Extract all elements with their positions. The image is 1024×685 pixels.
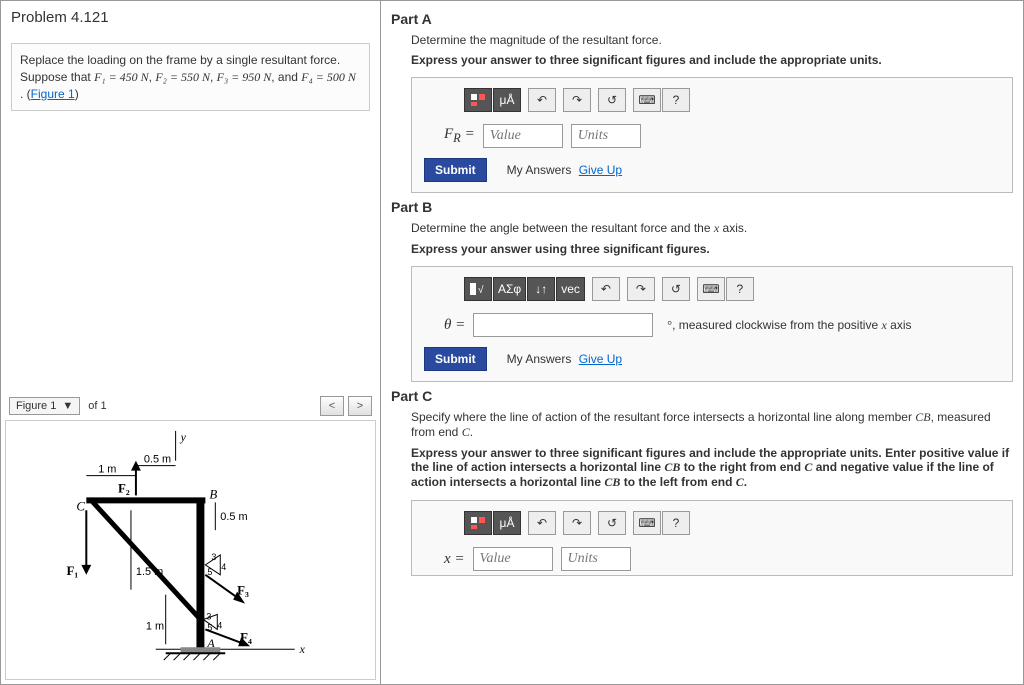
give-up-link[interactable]: Give Up xyxy=(579,163,622,177)
part-b-instr: Express your answer using three signific… xyxy=(411,242,1013,256)
part-a-value-input[interactable] xyxy=(483,124,563,148)
part-c-answer-box: μÅ ↶ ↷ ↺ ⌨ ? x = xyxy=(411,500,1013,576)
template-icon[interactable] xyxy=(464,511,492,535)
per: . ( xyxy=(20,87,31,101)
figure-next-button[interactable]: > xyxy=(348,396,372,416)
dim-1m: 1 m xyxy=(98,464,116,476)
tri-a4: 4 xyxy=(221,562,226,572)
pt-b: B xyxy=(209,487,217,501)
redo-icon[interactable]: ↷ xyxy=(627,277,655,301)
redo-icon[interactable]: ↷ xyxy=(563,88,591,112)
sqrt-icon[interactable]: √ xyxy=(464,277,492,301)
tri-b5: 5 xyxy=(207,622,212,632)
part-b-sub: Determine the angle between the resultan… xyxy=(411,221,1013,236)
reset-icon[interactable]: ↺ xyxy=(598,511,626,535)
my-answers-label: My Answers xyxy=(507,352,572,366)
figure-select[interactable]: Figure 1 ▼ xyxy=(9,397,80,415)
undo-icon[interactable]: ↶ xyxy=(528,511,556,535)
part-a-heading: Part A xyxy=(391,11,1013,27)
part-c-heading: Part C xyxy=(391,388,1013,404)
tri-b4: 4 xyxy=(217,620,222,630)
tri-b3: 3 xyxy=(206,611,211,621)
units-button[interactable]: μÅ xyxy=(493,511,521,535)
part-b-links: My Answers Give Up xyxy=(507,352,622,366)
figure-selector-bar: Figure 1 ▼ of 1 < > xyxy=(9,396,372,416)
tri-a5: 5 xyxy=(207,567,212,577)
greek-button[interactable]: ΑΣφ xyxy=(493,277,526,301)
part-b-toolbar: √ ΑΣφ ↓↑ vec ↶ ↷ ↺ ⌨ ? xyxy=(464,277,1000,301)
problem-statement: Replace the loading on the frame by a si… xyxy=(11,43,370,111)
chevron-down-icon: ▼ xyxy=(62,400,73,412)
pt-c: C xyxy=(76,499,85,513)
keyboard-icon[interactable]: ⌨ xyxy=(697,277,725,301)
part-c-eq: x = xyxy=(444,551,465,568)
part-c-value-input[interactable] xyxy=(473,547,553,571)
part-b-eq: θ = xyxy=(444,317,465,334)
part-a-toolbar: μÅ ↶ ↷ ↺ ⌨ ? xyxy=(464,88,1000,112)
part-b-value-input[interactable] xyxy=(473,313,653,337)
dim-15m: 1.5 m xyxy=(136,566,163,578)
help-icon[interactable]: ? xyxy=(662,511,690,535)
pt-a: A xyxy=(206,636,215,650)
c2: , xyxy=(210,70,217,84)
force-f1: F₁ xyxy=(66,564,78,578)
part-c-instr: Express your answer to three significant… xyxy=(411,446,1013,490)
figure-prev-button[interactable]: < xyxy=(320,396,344,416)
and: , and xyxy=(271,70,301,84)
undo-icon[interactable]: ↶ xyxy=(592,277,620,301)
stmt-f1: F₁ = 450 N xyxy=(94,70,149,84)
figure-canvas: y x C B A xyxy=(5,420,376,680)
keyboard-icon[interactable]: ⌨ xyxy=(633,511,661,535)
redo-icon[interactable]: ↷ xyxy=(563,511,591,535)
stmt-f3: F₃ = 950 N xyxy=(217,70,272,84)
stmt-f2: F₂ = 550 N xyxy=(155,70,210,84)
dim-1mb: 1 m xyxy=(146,620,164,632)
part-a-instr: Express your answer to three significant… xyxy=(411,53,1013,67)
stmt-f4: F₄ = 500 N xyxy=(301,70,356,84)
part-a-sub: Determine the magnitude of the resultant… xyxy=(411,33,1013,47)
part-b-heading: Part B xyxy=(391,199,1013,215)
part-b-suffix: °, measured clockwise from the positive … xyxy=(667,318,911,333)
my-answers-label: My Answers xyxy=(507,163,572,177)
reset-icon[interactable]: ↺ xyxy=(598,88,626,112)
force-f4: F₄ xyxy=(240,630,252,644)
dim-05b: 0.5 m xyxy=(220,511,247,523)
axis-y-label: y xyxy=(180,430,187,444)
tri-a3: 3 xyxy=(211,552,216,562)
svg-text:√: √ xyxy=(478,284,484,296)
part-a-units-input[interactable] xyxy=(571,124,641,148)
part-c-toolbar: μÅ ↶ ↷ ↺ ⌨ ? xyxy=(464,511,1000,535)
figure-link[interactable]: Figure 1 xyxy=(31,87,75,101)
updown-icon[interactable]: ↓↑ xyxy=(527,277,555,301)
part-c-sub: Specify where the line of action of the … xyxy=(411,410,1013,440)
figure-count: of 1 xyxy=(84,400,110,412)
units-button[interactable]: μÅ xyxy=(493,88,521,112)
part-c-units-input[interactable] xyxy=(561,547,631,571)
part-b-answer-box: √ ΑΣφ ↓↑ vec ↶ ↷ ↺ ⌨ ? θ = °, measured c… xyxy=(411,266,1013,382)
cl: ) xyxy=(75,87,79,101)
undo-icon[interactable]: ↶ xyxy=(528,88,556,112)
dim-05a: 0.5 m xyxy=(144,454,171,466)
problem-title: Problem 4.121 xyxy=(1,1,380,35)
vec-button[interactable]: vec xyxy=(556,277,585,301)
force-f2: F₂ xyxy=(118,481,130,495)
reset-icon[interactable]: ↺ xyxy=(662,277,690,301)
help-icon[interactable]: ? xyxy=(662,88,690,112)
part-b-submit-button[interactable]: Submit xyxy=(424,347,487,371)
part-a-answer-box: μÅ ↶ ↷ ↺ ⌨ ? FR = Submit My Answers Give… xyxy=(411,77,1013,193)
force-f3: F₃ xyxy=(237,584,249,598)
help-icon[interactable]: ? xyxy=(726,277,754,301)
part-a-submit-button[interactable]: Submit xyxy=(424,158,487,182)
figure-select-label: Figure 1 xyxy=(16,400,56,412)
part-a-links: My Answers Give Up xyxy=(507,163,622,177)
part-a-eq: FR = xyxy=(444,126,475,146)
template-icon[interactable] xyxy=(464,88,492,112)
keyboard-icon[interactable]: ⌨ xyxy=(633,88,661,112)
give-up-link[interactable]: Give Up xyxy=(579,352,622,366)
axis-x-label: x xyxy=(299,642,306,656)
